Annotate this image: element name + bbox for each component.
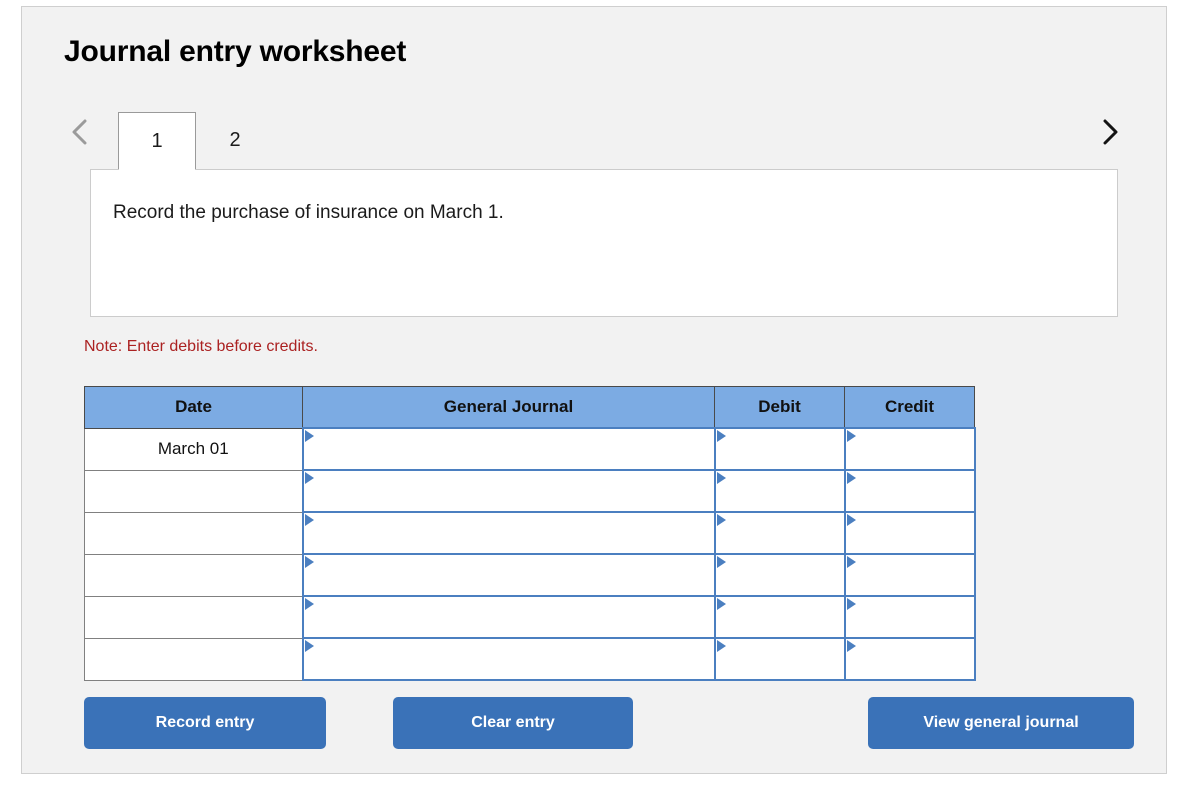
tab-1[interactable]: 1 <box>118 112 196 170</box>
previous-page-button[interactable] <box>60 109 100 155</box>
table-row <box>84 553 976 597</box>
credit-input[interactable] <box>843 427 976 471</box>
credit-input[interactable] <box>843 595 976 639</box>
journal-entry-table: Date General Journal Debit Credit March … <box>84 386 976 681</box>
dropdown-caret-icon <box>846 472 856 484</box>
dropdown-caret-icon <box>716 514 726 526</box>
general-journal-input[interactable] <box>301 553 716 597</box>
table-row <box>84 469 976 513</box>
debit-input[interactable] <box>713 637 846 681</box>
tab-2[interactable]: 2 <box>196 111 274 169</box>
date-cell: March 01 <box>84 427 303 471</box>
prompt-panel: Record the purchase of insurance on Marc… <box>90 169 1118 317</box>
general-journal-input[interactable] <box>301 595 716 639</box>
chevron-left-icon <box>70 117 90 147</box>
dropdown-caret-icon <box>304 514 314 526</box>
dropdown-caret-icon <box>304 598 314 610</box>
view-general-journal-button[interactable]: View general journal <box>868 697 1134 749</box>
worksheet-tabs: 1 2 <box>118 101 274 170</box>
dropdown-caret-icon <box>716 556 726 568</box>
date-cell <box>84 469 303 513</box>
table-row: March 01 <box>84 427 976 471</box>
date-cell <box>84 511 303 555</box>
debit-input[interactable] <box>713 469 846 513</box>
column-header-credit: Credit <box>844 386 975 429</box>
chevron-right-icon <box>1100 117 1120 147</box>
column-header-date: Date <box>84 386 303 429</box>
dropdown-caret-icon <box>846 640 856 652</box>
general-journal-input[interactable] <box>301 469 716 513</box>
table-row <box>84 595 976 639</box>
dropdown-caret-icon <box>304 556 314 568</box>
dropdown-caret-icon <box>716 472 726 484</box>
dropdown-caret-icon <box>846 514 856 526</box>
clear-entry-button[interactable]: Clear entry <box>393 697 633 749</box>
debit-input[interactable] <box>713 553 846 597</box>
dropdown-caret-icon <box>716 640 726 652</box>
dropdown-caret-icon <box>846 598 856 610</box>
column-header-general-journal: General Journal <box>302 386 715 429</box>
table-row <box>84 511 976 555</box>
tab-label: 2 <box>229 129 241 151</box>
date-cell <box>84 595 303 639</box>
table-row <box>84 637 976 681</box>
dropdown-caret-icon <box>304 472 314 484</box>
debits-before-credits-note: Note: Enter debits before credits. <box>84 338 318 355</box>
credit-input[interactable] <box>843 511 976 555</box>
record-entry-button[interactable]: Record entry <box>84 697 326 749</box>
dropdown-caret-icon <box>304 640 314 652</box>
dropdown-caret-icon <box>716 430 726 442</box>
dropdown-caret-icon <box>716 598 726 610</box>
next-page-button[interactable] <box>1090 109 1130 155</box>
date-cell <box>84 637 303 681</box>
prompt-text: Record the purchase of insurance on Marc… <box>113 202 504 223</box>
date-cell <box>84 553 303 597</box>
page-title: Journal entry worksheet <box>64 35 407 68</box>
worksheet-card: Journal entry worksheet 1 2 Record the p… <box>21 6 1167 774</box>
debit-input[interactable] <box>713 427 846 471</box>
column-header-debit: Debit <box>714 386 845 429</box>
debit-input[interactable] <box>713 511 846 555</box>
tab-label: 1 <box>151 129 163 152</box>
credit-input[interactable] <box>843 553 976 597</box>
credit-input[interactable] <box>843 637 976 681</box>
dropdown-caret-icon <box>846 430 856 442</box>
general-journal-input[interactable] <box>301 427 716 471</box>
general-journal-input[interactable] <box>301 511 716 555</box>
general-journal-input[interactable] <box>301 637 716 681</box>
tab-strip: 1 2 <box>60 101 1130 170</box>
dropdown-caret-icon <box>846 556 856 568</box>
dropdown-caret-icon <box>304 430 314 442</box>
table-header-row: Date General Journal Debit Credit <box>84 386 975 429</box>
credit-input[interactable] <box>843 469 976 513</box>
debit-input[interactable] <box>713 595 846 639</box>
